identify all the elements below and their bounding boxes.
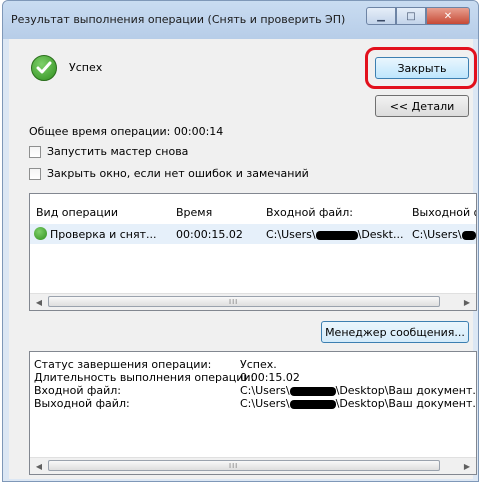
dialog-body: Успех Закрыть << Детали Общее время опер… — [9, 39, 477, 479]
details-button[interactable]: << Детали — [375, 95, 469, 117]
output-path-prefix: C:\Users\ — [412, 228, 462, 241]
window-title: Результат выполнения операции (Снять и п… — [11, 13, 346, 26]
caption-buttons: ▁ □ ✕ — [366, 7, 470, 25]
duration-value: 0:00:15.02 — [240, 371, 300, 384]
grip-icon: III — [229, 298, 239, 306]
checkbox-label: Запустить мастер снова — [47, 145, 189, 158]
checkbox-label: Закрыть окно, если нет ошибок и замечани… — [47, 167, 309, 180]
status-label: Статус завершения операции: — [34, 358, 212, 371]
dialog-window: Результат выполнения операции (Снять и п… — [2, 0, 479, 482]
minimize-button[interactable]: ▁ — [366, 7, 396, 25]
restart-wizard-checkbox[interactable]: Запустить мастер снова — [29, 145, 188, 158]
status-value: Успех. — [240, 358, 277, 371]
output-path-suffix: \Desktop\Ваш документ.c — [335, 397, 477, 410]
result-status-text: Успех — [69, 61, 103, 74]
column-header-time[interactable]: Время — [176, 206, 258, 219]
input-path-suffix: \Deskt... — [357, 228, 404, 241]
table-row[interactable]: Проверка и снят... 00:00:15.02 C:\Users\… — [30, 224, 476, 244]
redaction-mark — [461, 230, 476, 240]
input-path-suffix: \Desktop\Ваш документ.c — [335, 384, 477, 397]
cell-operation: Проверка и снят... — [50, 228, 157, 241]
table-horizontal-scrollbar[interactable]: ◀ III ▶ — [30, 293, 476, 310]
input-path-prefix: C:\Users\ — [266, 228, 316, 241]
column-header-operation[interactable]: Вид операции — [36, 206, 176, 219]
table-header: Вид операции Время Входной файл: Выходно… — [30, 202, 476, 222]
input-file-value: C:\Users\ \Desktop\Ваш документ.c — [240, 384, 477, 397]
scroll-right-icon[interactable]: ▶ — [460, 296, 474, 308]
output-path-prefix: C:\Users\ — [240, 397, 290, 410]
cell-time: 00:00:15.02 — [176, 228, 243, 241]
redaction-mark — [289, 399, 336, 409]
close-if-no-errors-checkbox[interactable]: Закрыть окно, если нет ошибок и замечани… — [29, 167, 309, 180]
output-file-value: C:\Users\ \Desktop\Ваш документ.c — [240, 397, 477, 410]
total-time-label: Общее время операции: 00:00:14 — [29, 125, 224, 138]
redaction-mark — [315, 230, 358, 240]
success-check-icon — [31, 55, 57, 81]
close-button[interactable]: Закрыть — [375, 57, 469, 79]
maximize-button[interactable]: □ — [396, 7, 426, 25]
success-check-icon — [34, 227, 47, 240]
checkbox-box[interactable] — [29, 167, 41, 180]
input-file-label: Входной файл: — [34, 384, 121, 397]
column-header-output[interactable]: Выходной ф — [412, 206, 476, 219]
message-manager-button[interactable]: Менеджер сообщения... — [321, 321, 469, 343]
scroll-right-icon[interactable]: ▶ — [460, 460, 474, 472]
operations-table[interactable]: Вид операции Время Входной файл: Выходно… — [29, 193, 477, 311]
scroll-left-icon[interactable]: ◀ — [32, 460, 46, 472]
cell-input-file: C:\Users\ \Deskt... — [266, 228, 410, 241]
title-bar[interactable]: Результат выполнения операции (Снять и п… — [3, 1, 478, 39]
status-horizontal-scrollbar[interactable]: ◀ III ▶ — [30, 457, 476, 474]
column-header-input[interactable]: Входной файл: — [266, 206, 406, 219]
close-window-button[interactable]: ✕ — [426, 7, 470, 25]
grip-icon: III — [229, 462, 239, 470]
redaction-mark — [289, 386, 336, 396]
duration-label: Длительность выполнения операции: — [34, 371, 255, 384]
scroll-thumb[interactable]: III — [48, 460, 440, 471]
status-details-panel: Статус завершения операции: Успех. Длите… — [29, 351, 477, 475]
scroll-left-icon[interactable]: ◀ — [32, 296, 46, 308]
cell-output-file: C:\Users\ — [412, 228, 476, 241]
input-path-prefix: C:\Users\ — [240, 384, 290, 397]
checkbox-box[interactable] — [29, 145, 41, 158]
scroll-thumb[interactable]: III — [48, 296, 440, 307]
output-file-label: Выходной файл: — [34, 397, 130, 410]
